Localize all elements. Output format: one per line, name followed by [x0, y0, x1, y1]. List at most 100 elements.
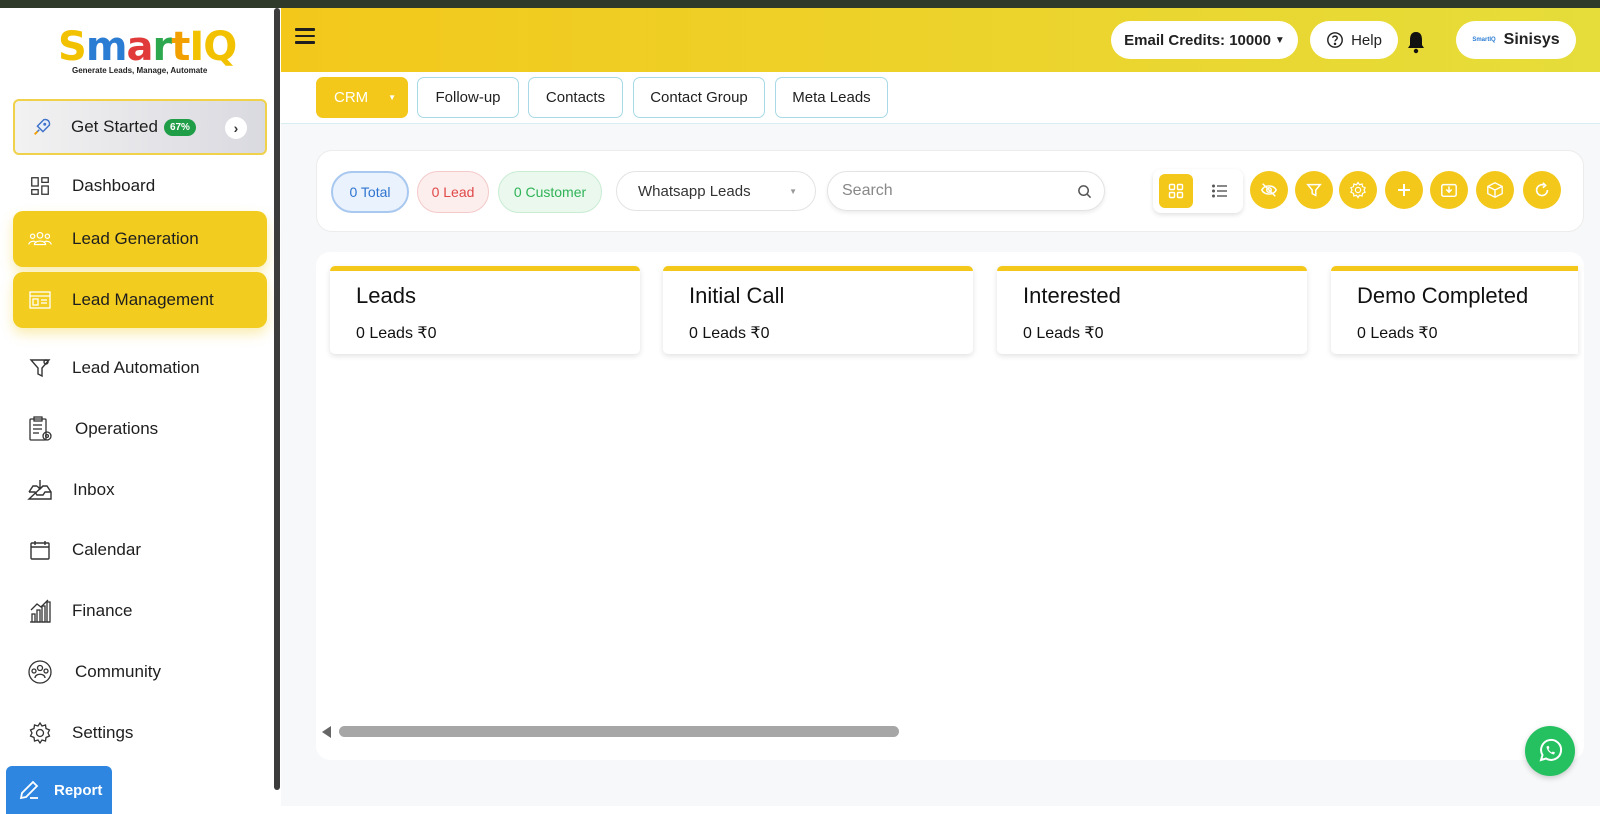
- list-icon: [1212, 184, 1227, 198]
- hide-columns-button[interactable]: [1250, 171, 1288, 209]
- stage-summary: 0 Leads ₹0: [356, 325, 437, 342]
- sidebar-scrollbar[interactable]: [274, 8, 280, 790]
- stage-title: Interested: [1023, 283, 1121, 308]
- stage-card-initial-call[interactable]: Initial Call 0 Leads ₹0: [663, 266, 973, 354]
- sidebar-item-label: Settings: [72, 723, 134, 742]
- chip-label: 0 Lead: [431, 184, 475, 200]
- users-group-icon: [27, 226, 53, 252]
- add-lead-button[interactable]: [1385, 171, 1423, 209]
- stage-card-interested[interactable]: Interested 0 Leads ₹0: [997, 266, 1307, 354]
- top-border: [0, 0, 1600, 8]
- view-toggle: [1153, 169, 1243, 213]
- sidebar-item-settings[interactable]: Settings: [13, 705, 267, 761]
- sidebar-item-label: Calendar: [72, 540, 141, 559]
- refresh-icon: [1535, 182, 1549, 197]
- tab-contact-group[interactable]: Contact Group: [633, 77, 765, 118]
- notification-bell-icon[interactable]: [1405, 30, 1427, 59]
- sidebar-item-label: Lead Generation: [72, 229, 199, 248]
- filter-bar: 0 Total 0 Lead 0 Customer Whatsapp Leads…: [316, 150, 1584, 232]
- lead-source-select[interactable]: Whatsapp Leads ▼: [616, 171, 816, 211]
- sidebar-item-label: Finance: [72, 601, 133, 620]
- scrollbar-thumb[interactable]: [339, 726, 899, 737]
- tab-label: Contacts: [545, 89, 606, 106]
- sidebar-item-label: Dashboard: [72, 176, 156, 195]
- caret-down-icon: ▼: [1274, 34, 1285, 46]
- sidebar-item-lead-management[interactable]: Lead Management: [13, 272, 267, 328]
- lead-source-value: Whatsapp Leads: [638, 182, 751, 200]
- sidebar-item-inbox[interactable]: Inbox: [13, 462, 267, 518]
- caret-down-icon: ▼: [388, 93, 397, 102]
- search-icon[interactable]: [1077, 184, 1092, 199]
- sidebar-item-label: Inbox: [73, 480, 115, 499]
- filter-icon: [1306, 183, 1322, 197]
- whatsapp-chat-button[interactable]: [1525, 726, 1575, 776]
- search-input[interactable]: [842, 182, 1062, 200]
- stage-card-demo-completed[interactable]: Demo Completed 0 Leads ₹0: [1331, 266, 1578, 354]
- plus-icon: [1398, 184, 1410, 196]
- gear-icon: [1350, 181, 1366, 199]
- lead-filter-chip[interactable]: 0 Lead: [417, 171, 489, 213]
- sidebar-item-lead-generation[interactable]: Lead Generation: [13, 211, 267, 267]
- settings-button[interactable]: [1339, 171, 1377, 209]
- clipboard-gear-icon: [27, 416, 53, 442]
- total-filter-chip[interactable]: 0 Total: [331, 171, 409, 213]
- get-started-label: Get Started: [71, 117, 158, 136]
- export-button[interactable]: [1476, 171, 1514, 209]
- grid-view-button[interactable]: [1159, 174, 1193, 208]
- refresh-button[interactable]: [1523, 171, 1561, 209]
- sidebar-item-community[interactable]: Community: [13, 644, 267, 700]
- help-circle-icon: [1327, 32, 1343, 48]
- sidebar-item-finance[interactable]: Finance: [13, 583, 267, 639]
- user-profile-button[interactable]: SmartIQ Sinisys: [1456, 21, 1576, 59]
- progress-badge: 67%: [163, 118, 196, 136]
- board-horizontal-scrollbar[interactable]: [316, 722, 1584, 742]
- tab-follow-up[interactable]: Follow-up: [417, 77, 519, 118]
- inbox-icon: [27, 477, 53, 503]
- help-button[interactable]: Help: [1310, 21, 1398, 59]
- help-label: Help: [1351, 31, 1382, 49]
- chip-label: 0 Total: [349, 184, 391, 200]
- tab-meta-leads[interactable]: Meta Leads: [775, 77, 888, 118]
- sidebar-item-operations[interactable]: Operations: [13, 401, 267, 457]
- tab-crm[interactable]: CRM ▼: [316, 77, 408, 118]
- stage-title: Leads: [356, 283, 416, 308]
- import-button[interactable]: [1430, 171, 1468, 209]
- smartiq-logo[interactable]: SmartIQ Generate Leads, Manage, Automate: [58, 26, 237, 82]
- avatar: SmartIQ: [1472, 37, 1496, 43]
- get-started-card[interactable]: Get Started 67% ›: [13, 99, 267, 155]
- top-header: Email Credits: 10000 ▼ Help SmartIQ Sini…: [281, 8, 1600, 72]
- user-name: Sinisys: [1503, 31, 1560, 48]
- scroll-left-arrow-icon[interactable]: [322, 726, 331, 738]
- stage-summary: 0 Leads ₹0: [689, 325, 770, 342]
- stage-summary: 0 Leads ₹0: [1023, 325, 1104, 342]
- whatsapp-icon: [1539, 738, 1563, 762]
- report-label: Report: [54, 781, 103, 799]
- tab-label: Contact Group: [650, 89, 748, 106]
- stage-summary: 0 Leads ₹0: [1357, 325, 1438, 342]
- rocket-icon: [31, 116, 53, 138]
- funnel-icon: [27, 355, 53, 381]
- sidebar-item-calendar[interactable]: Calendar: [13, 522, 267, 578]
- stage-card-leads[interactable]: Leads 0 Leads ₹0: [330, 266, 640, 354]
- logo-tagline: Generate Leads, Manage, Automate: [72, 66, 208, 75]
- dashboard-icon: [27, 173, 53, 199]
- calendar-icon: [27, 537, 53, 563]
- list-view-button[interactable]: [1203, 174, 1237, 208]
- tab-contacts[interactable]: Contacts: [528, 77, 623, 118]
- filter-button[interactable]: [1295, 171, 1333, 209]
- sidebar-item-label: Lead Management: [72, 290, 214, 309]
- sidebar-item-label: Lead Automation: [72, 358, 200, 377]
- hamburger-menu-icon[interactable]: [295, 28, 315, 44]
- customer-filter-chip[interactable]: 0 Customer: [498, 171, 602, 213]
- pencil-icon: [19, 780, 39, 800]
- report-button[interactable]: Report: [6, 766, 112, 814]
- sidebar-item-dashboard[interactable]: Dashboard: [13, 158, 267, 214]
- contact-card-icon: [27, 287, 53, 313]
- tab-label: Follow-up: [435, 89, 501, 106]
- search-box: [827, 171, 1105, 211]
- email-credits-dropdown[interactable]: Email Credits: 10000 ▼: [1111, 21, 1298, 59]
- sidebar-item-lead-automation[interactable]: Lead Automation: [13, 340, 267, 396]
- community-icon: [27, 659, 53, 685]
- gear-icon: [27, 720, 53, 746]
- chevron-right-icon[interactable]: ›: [225, 117, 247, 139]
